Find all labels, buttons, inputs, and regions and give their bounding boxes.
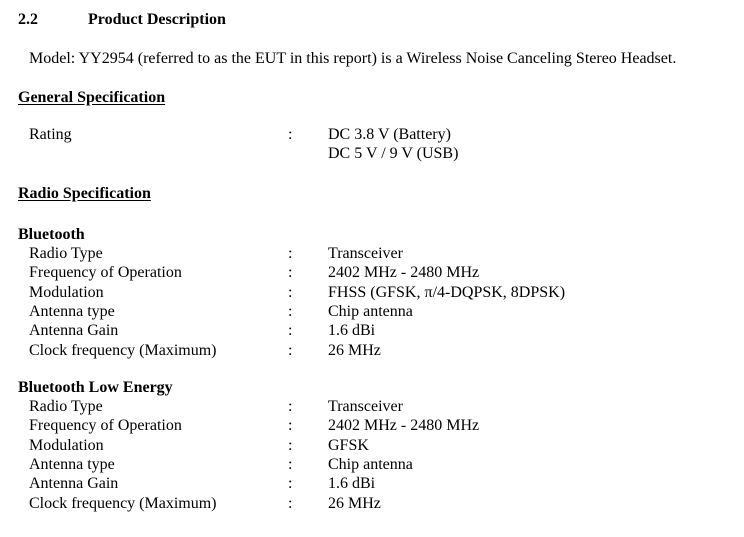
spec-value: 2402 MHz - 2480 MHz	[328, 417, 480, 434]
colon: :	[288, 245, 293, 262]
spec-value: 2402 MHz - 2480 MHz	[328, 264, 480, 281]
spec-value: Transceiver	[328, 398, 403, 415]
radio-spec-heading: Radio Specification	[18, 185, 151, 202]
spec-value: FHSS (GFSK, π/4-DQPSK, 8DPSK)	[328, 284, 566, 301]
spec-value: GFSK	[328, 437, 369, 454]
spec-label: Frequency of Operation	[29, 417, 182, 434]
spec-row: Antenna Gain: 1.6 dBi	[0, 321, 744, 340]
spec-label: Modulation	[29, 284, 104, 301]
product-intro: Model: YY2954 (referred to as the EUT in…	[29, 50, 677, 67]
rating-value-usb: DC 5 V / 9 V (USB)	[328, 145, 459, 162]
spec-row: Antenna type: Chip antenna	[0, 455, 744, 474]
colon: :	[288, 303, 293, 320]
rating-row-2: DC 5 V / 9 V (USB)	[0, 144, 744, 163]
rating-label: Rating	[29, 126, 72, 143]
radio-group-title: Bluetooth	[18, 226, 85, 243]
spec-value: 1.6 dBi	[328, 475, 376, 492]
spec-row: Radio Type: Transceiver	[0, 397, 744, 416]
section-title: Product Description	[88, 11, 226, 28]
colon: :	[288, 456, 293, 473]
colon: :	[288, 495, 293, 512]
spec-label: Antenna Gain	[29, 475, 119, 492]
spec-label: Radio Type	[29, 245, 103, 262]
spec-row: Modulation: FHSS (GFSK, π/4-DQPSK, 8DPSK)	[0, 283, 744, 302]
colon: :	[288, 264, 293, 281]
section-number: 2.2	[18, 11, 38, 28]
spec-row: Modulation: GFSK	[0, 436, 744, 455]
radio-group-title: Bluetooth Low Energy	[18, 379, 173, 396]
spec-value: 1.6 dBi	[328, 322, 376, 339]
spec-row: Clock frequency (Maximum): 26 MHz	[0, 494, 744, 513]
spec-label: Antenna type	[29, 456, 115, 473]
colon: :	[288, 417, 293, 434]
spec-label: Modulation	[29, 437, 104, 454]
spec-value: Chip antenna	[328, 456, 413, 473]
colon: :	[288, 126, 293, 143]
spec-row: Antenna Gain: 1.6 dBi	[0, 474, 744, 493]
spec-label: Antenna type	[29, 303, 115, 320]
spec-label: Frequency of Operation	[29, 264, 182, 281]
spec-row: Frequency of Operation: 2402 MHz - 2480 M…	[0, 416, 744, 435]
colon: :	[288, 475, 293, 492]
spec-value: Transceiver	[328, 245, 403, 262]
colon: :	[288, 322, 293, 339]
colon: :	[288, 342, 293, 359]
spec-label: Antenna Gain	[29, 322, 119, 339]
spec-value: 26 MHz	[328, 495, 381, 512]
spec-row: Clock frequency (Maximum): 26 MHz	[0, 341, 744, 360]
spec-row: Radio Type: Transceiver	[0, 244, 744, 263]
spec-label: Clock frequency (Maximum)	[29, 342, 217, 359]
colon: :	[288, 284, 293, 301]
spec-label: Radio Type	[29, 398, 103, 415]
spec-row: Antenna type: Chip antenna	[0, 302, 744, 321]
spec-label: Clock frequency (Maximum)	[29, 495, 217, 512]
colon: :	[288, 398, 293, 415]
rating-row: Rating : DC 3.8 V (Battery)	[0, 125, 744, 144]
rating-value-battery: DC 3.8 V (Battery)	[328, 126, 451, 143]
colon: :	[288, 437, 293, 454]
spec-value: 26 MHz	[328, 342, 381, 359]
general-spec-heading: General Specification	[18, 89, 166, 106]
spec-value: Chip antenna	[328, 303, 413, 320]
spec-row: Frequency of Operation: 2402 MHz - 2480 M…	[0, 263, 744, 282]
